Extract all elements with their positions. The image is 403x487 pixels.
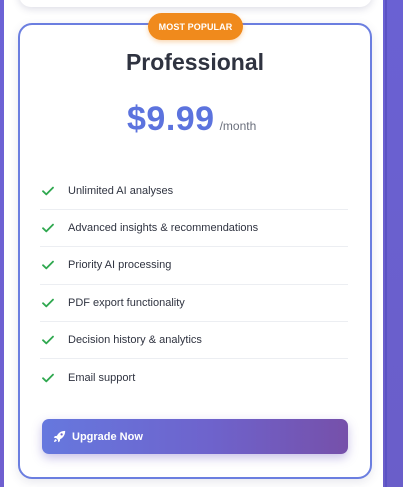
plan-period: /month: [219, 119, 257, 133]
feature-label: Priority AI processing: [68, 259, 172, 272]
check-icon: [41, 296, 54, 309]
most-popular-badge: MOST POPULAR: [148, 13, 243, 40]
feature-item: Email support: [40, 359, 348, 396]
previous-plan-card: [19, 0, 372, 7]
feature-item: Advanced insights & recommendations: [40, 210, 348, 248]
feature-list: Unlimited AI analyses Advanced insights …: [40, 173, 348, 396]
plan-name: Professional: [125, 49, 265, 75]
check-icon: [41, 259, 54, 272]
feature-label: Unlimited AI analyses: [68, 185, 174, 198]
upgrade-now-label: Upgrade Now: [72, 430, 143, 443]
feature-item: Priority AI processing: [40, 247, 348, 285]
feature-item: Decision history & analytics: [40, 322, 348, 359]
feature-label: Decision history & analytics: [68, 333, 202, 346]
check-icon: [41, 222, 54, 235]
feature-label: Email support: [68, 371, 136, 384]
feature-item: PDF export functionality: [40, 285, 348, 322]
price-row: $9.99 /month: [127, 100, 256, 139]
plan-price: $9.99: [127, 100, 215, 138]
feature-label: PDF export functionality: [68, 296, 185, 309]
feature-label: Advanced insights & recommendations: [68, 222, 259, 235]
feature-item: Unlimited AI analyses: [40, 173, 348, 211]
rocket-icon: [53, 430, 66, 443]
upgrade-now-button[interactable]: Upgrade Now: [42, 419, 348, 454]
check-icon: [41, 333, 54, 346]
check-icon: [41, 185, 54, 198]
check-icon: [41, 371, 54, 384]
